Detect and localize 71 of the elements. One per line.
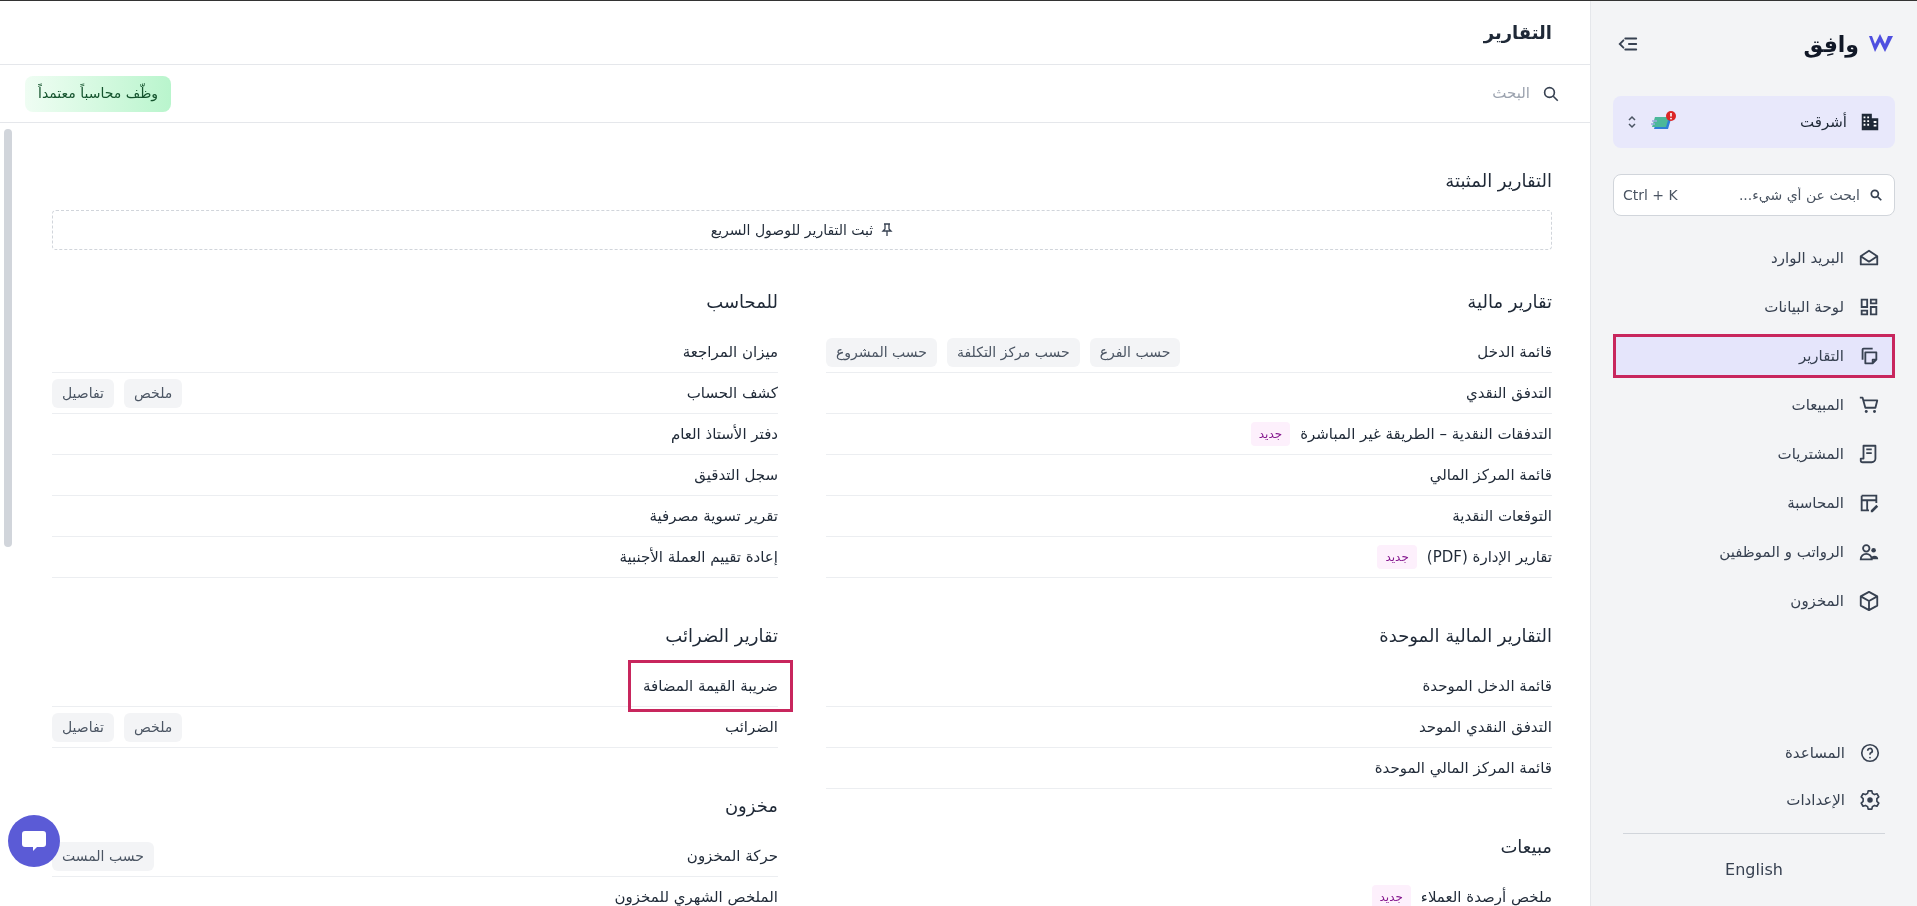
report-link[interactable]: قائمة المركز المالي الموحدة [1374, 756, 1552, 780]
language-link[interactable]: English [1613, 834, 1895, 906]
keyboard-shortcut: Ctrl + K [1623, 186, 1678, 205]
report-link[interactable]: ميزان المراجعة [682, 340, 778, 364]
report-link[interactable]: كشف الحساب [686, 381, 778, 405]
hire-accountant-button[interactable]: وظّف محاسباً معتمداً [25, 75, 172, 112]
report-link[interactable]: تقرير تسوية مصرفية [649, 504, 778, 528]
nav-item[interactable]: الرواتب و الموظفين [1613, 530, 1895, 574]
variant-chip[interactable]: ملخص [123, 712, 183, 742]
chat-button[interactable] [8, 815, 60, 867]
nav-item[interactable]: البريد الوارد [1613, 236, 1895, 280]
help-icon [1859, 742, 1881, 764]
report-link[interactable]: حركة المخزون [686, 844, 778, 868]
cart-icon [1858, 394, 1880, 416]
section-title: مبيعات [1499, 835, 1552, 859]
report-link[interactable]: دفتر الأستاذ العام [670, 422, 778, 446]
variant-chip[interactable]: تفاصيل [52, 712, 114, 742]
report-link[interactable]: التدفق النقدي [1465, 381, 1552, 405]
nav-item[interactable]: المساعدة [1613, 732, 1895, 774]
settings-icon [1859, 789, 1881, 811]
box-icon [1858, 590, 1880, 612]
search-field[interactable]: البحث [1160, 82, 1530, 105]
people-icon [1858, 541, 1880, 563]
nav-item[interactable]: المبيعات [1613, 383, 1895, 427]
section-title: مخزون [723, 794, 778, 819]
variant-chip[interactable]: حسب مركز التكلفة [946, 337, 1080, 367]
variant-chip[interactable]: حسب المشروع [826, 337, 937, 367]
section-title: تقارير الضرائب [664, 624, 778, 649]
scrollbar[interactable] [4, 129, 12, 547]
company-selector[interactable]: أشرقت [1613, 96, 1895, 148]
section-title: التقارير المالية الموحدة [1378, 624, 1552, 649]
logo-text: وافِق [1803, 30, 1859, 60]
report-link[interactable]: التوقعات النقدية [1452, 504, 1552, 528]
report-link[interactable]: ملخص أرصدة العملاء [1420, 885, 1552, 906]
report-link[interactable]: تقارير الإدارة (PDF) [1426, 545, 1552, 569]
pin-icon [881, 223, 894, 237]
search-icon [1542, 84, 1560, 103]
nav-item[interactable]: لوحة البيانات [1613, 285, 1895, 329]
nav-item[interactable]: المحاسبة [1613, 481, 1895, 525]
report-link[interactable]: إعادة تقييم العملة الأجنبية [619, 545, 778, 569]
nav-item[interactable]: الإعدادات [1613, 779, 1895, 821]
table-edit-icon [1858, 492, 1880, 514]
variant-chip[interactable]: حسب المست [52, 841, 154, 871]
section-title: التقارير المثبتة [1444, 169, 1552, 194]
report-link[interactable]: الملخص الشهري للمخزون [614, 885, 778, 906]
new-badge: جديد [1250, 422, 1291, 446]
chevron-up-down-icon [1627, 114, 1637, 130]
report-link[interactable]: ضريبة القيمة المضافة [627, 659, 793, 713]
building-icon [1859, 111, 1881, 133]
nav-item[interactable]: التقارير [1613, 334, 1895, 378]
pinned-hint: ثبت التقارير للوصول السريع [710, 220, 874, 241]
section-title: تقارير مالية [1466, 290, 1552, 315]
report-link[interactable]: الضرائب [724, 715, 778, 739]
report-link[interactable]: قائمة الدخل الموحدة [1422, 674, 1552, 698]
report-link[interactable]: قائمة الدخل [1477, 340, 1552, 364]
new-badge: جديد [1371, 885, 1411, 906]
variant-chip[interactable]: ملخص [123, 378, 183, 408]
variant-chip[interactable]: تفاصيل [52, 378, 114, 408]
new-badge: جديد [1377, 545, 1417, 569]
nav-item[interactable]: المخزون [1613, 579, 1895, 623]
search-icon [1869, 188, 1883, 202]
report-link[interactable]: قائمة المركز المالي [1429, 463, 1552, 487]
report-link[interactable]: التدفقات النقدية – الطريقة غير المباشرة [1300, 422, 1552, 446]
nav-item[interactable]: المشتريات [1613, 432, 1895, 476]
chat-icon [20, 829, 48, 853]
report-link[interactable]: سجل التدقيق [694, 463, 778, 487]
report-link[interactable]: التدفق النقدي الموحد [1418, 715, 1552, 739]
grid-icon [1858, 296, 1880, 318]
section-title: للمحاسب [705, 290, 778, 314]
variant-chip[interactable]: حسب الفرع [1089, 337, 1181, 367]
page-title: التقارير [1483, 21, 1552, 46]
